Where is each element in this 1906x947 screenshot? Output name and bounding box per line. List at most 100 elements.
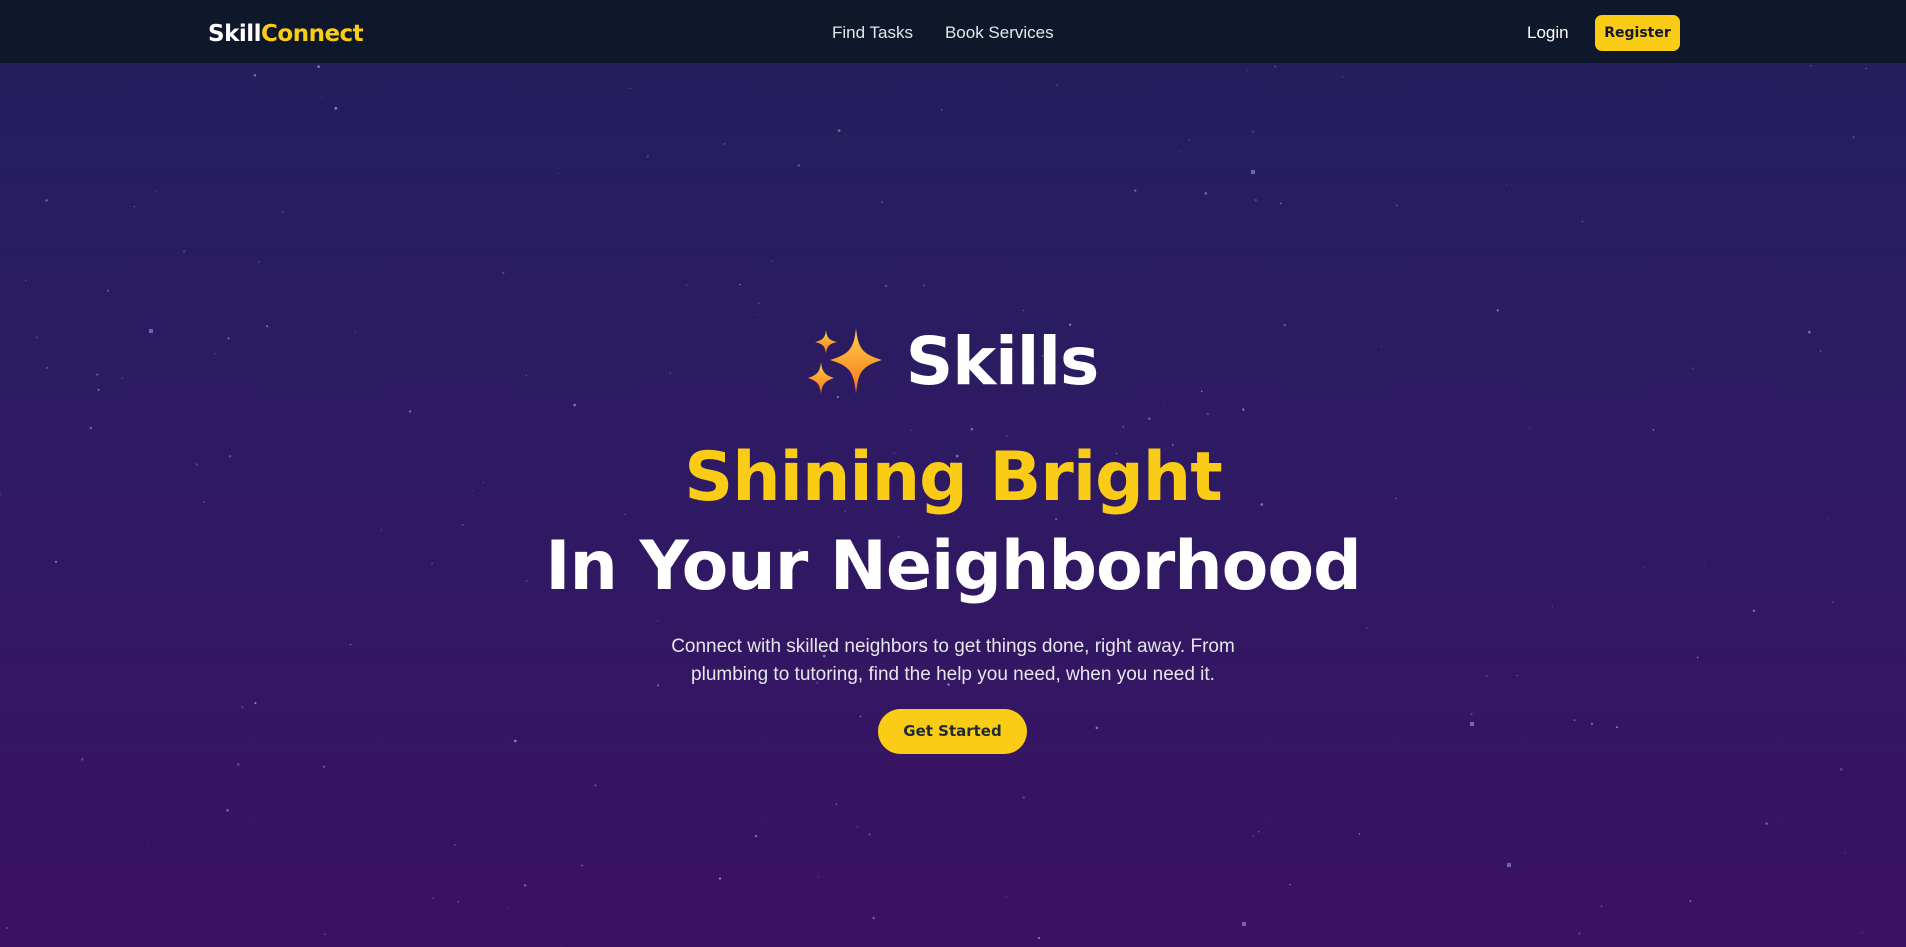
star-dot <box>1037 937 1040 940</box>
star-dot <box>770 260 773 262</box>
star-dot <box>1839 767 1843 771</box>
star-dot <box>1652 428 1655 431</box>
star-dot <box>1188 139 1191 142</box>
star-dot <box>80 757 84 761</box>
star-dot <box>146 841 148 843</box>
star-dot <box>581 864 584 867</box>
star-dot <box>1573 719 1576 722</box>
star-dot <box>241 706 244 709</box>
star-dot <box>1600 905 1603 908</box>
star-dot <box>1365 627 1368 630</box>
star-dot <box>320 96 323 98</box>
star-dot <box>317 65 320 68</box>
brand-logo[interactable]: SkillConnect <box>208 19 364 49</box>
star-dot <box>723 142 726 145</box>
star-dot <box>856 825 859 828</box>
star-dot <box>1056 84 1058 87</box>
hero-headline-yellow: Shining Bright <box>684 438 1222 517</box>
star-dot <box>323 765 326 768</box>
star-dot <box>282 211 284 213</box>
star-dot <box>1022 309 1025 312</box>
star-dot <box>1696 656 1699 659</box>
star-dot <box>872 916 875 920</box>
star-dot <box>1148 417 1151 420</box>
star-dot <box>718 877 722 880</box>
star-dot <box>334 106 338 110</box>
star-dot <box>657 620 659 622</box>
star-dot <box>1852 136 1855 139</box>
star-dot <box>1615 726 1619 729</box>
star-dot <box>685 284 688 287</box>
star-dot <box>1578 932 1581 935</box>
star-dot <box>1252 835 1254 837</box>
get-started-button[interactable]: Get Started <box>878 709 1027 754</box>
nav-link-book-services[interactable]: Book Services <box>945 22 1054 44</box>
star-dot <box>1289 883 1291 886</box>
nav-links: Find Tasks Book Services <box>832 22 1054 44</box>
star-dot <box>1204 191 1208 195</box>
star-dot <box>1252 130 1255 133</box>
star-dot <box>1865 67 1867 70</box>
star-dot <box>258 260 261 263</box>
star-dot <box>1342 76 1344 78</box>
star-dot <box>1496 309 1499 312</box>
star-dot <box>1246 70 1248 72</box>
star-dot <box>1844 852 1847 854</box>
star-dot <box>754 834 758 838</box>
login-link[interactable]: Login <box>1527 22 1569 44</box>
star-dot <box>757 302 760 305</box>
star-dot <box>629 87 631 89</box>
star-dot <box>1180 151 1182 153</box>
hero-heading-top: Skills <box>0 322 1906 402</box>
star-dot <box>859 715 862 718</box>
brand-logo-part1: Skill <box>208 21 262 47</box>
star-dot <box>1470 722 1474 726</box>
star-dot <box>89 426 92 430</box>
star-dot <box>1752 609 1756 613</box>
star-dot <box>1507 863 1511 867</box>
star-dot <box>1516 674 1518 677</box>
star-dot <box>1055 518 1058 521</box>
star-dot <box>155 190 157 192</box>
star-dot <box>1242 408 1245 411</box>
star-dot <box>323 933 326 936</box>
star-dot <box>881 201 883 204</box>
star-dot <box>817 876 820 878</box>
star-dot <box>1251 170 1255 174</box>
star-dot <box>835 803 838 806</box>
star-dot <box>868 833 871 836</box>
star-dot <box>253 74 257 77</box>
star-dot <box>1022 796 1025 799</box>
hero-headline-white: In Your Neighborhood <box>545 527 1362 606</box>
star-dot <box>514 739 517 743</box>
star-dot <box>757 314 759 316</box>
star-dot <box>182 250 186 253</box>
star-dot <box>1590 722 1594 725</box>
register-button[interactable]: Register <box>1595 15 1680 51</box>
star-dot <box>226 809 229 812</box>
sparkles-icon <box>807 328 882 394</box>
star-dot <box>923 284 925 287</box>
star-dot <box>1765 822 1768 825</box>
nav-link-find-tasks[interactable]: Find Tasks <box>832 22 913 44</box>
hero-title-word: Skills <box>905 323 1100 400</box>
star-dot <box>502 271 505 275</box>
hero-subtitle: Connect with skilled neighbors to get th… <box>671 636 1235 685</box>
star-dot <box>1274 65 1277 68</box>
star-dot <box>1122 426 1125 428</box>
star-dot <box>1581 220 1584 223</box>
star-dot <box>1254 198 1257 202</box>
star-dot <box>1095 726 1099 730</box>
star-dot <box>1005 896 1008 898</box>
star-dot <box>1358 833 1361 835</box>
star-dot <box>573 403 576 407</box>
star-dot <box>1206 412 1209 416</box>
star-dot <box>560 945 562 947</box>
star-dot <box>1470 713 1473 716</box>
star-dot <box>408 410 412 413</box>
star-dot <box>524 884 527 887</box>
star-dot <box>24 279 27 282</box>
star-dot <box>1689 900 1692 902</box>
star-dot <box>507 907 509 910</box>
star-dot <box>910 429 912 431</box>
